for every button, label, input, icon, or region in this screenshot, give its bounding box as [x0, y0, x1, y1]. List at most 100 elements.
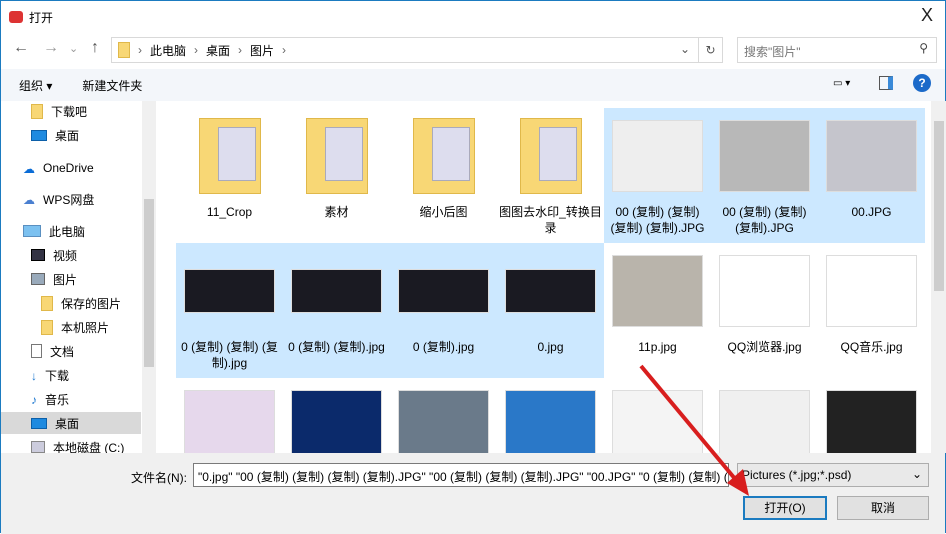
filename-input[interactable]: "0.jpg" "00 (复制) (复制) (复制) (复制).JPG" "00… [193, 463, 729, 487]
file-name: QQ浏览器.jpg [727, 340, 802, 354]
window-title: 打开 [29, 10, 54, 25]
image-thumbnail [719, 251, 810, 331]
sidebar-item[interactable]: 桌面 [1, 412, 141, 434]
sidebar-item[interactable]: 下载吧 [1, 101, 141, 122]
file-item[interactable] [604, 378, 711, 453]
sidebar-item[interactable]: ♪ 音乐 [1, 388, 141, 410]
file-item[interactable] [283, 378, 390, 453]
sidebar-item[interactable]: ↓ 下载 [1, 364, 141, 386]
sidebar-item-label: 音乐 [45, 392, 70, 407]
search-placeholder: 搜索"图片" [744, 45, 801, 59]
breadcrumb-this-pc[interactable]: 此电脑 [150, 42, 186, 59]
file-item[interactable]: 0 (复制) (复制) (复制).jpg [176, 243, 283, 378]
sidebar-item[interactable]: 此电脑 [1, 220, 141, 242]
image-thumbnail [398, 386, 489, 453]
file-item[interactable] [176, 378, 283, 453]
folder-icon [31, 103, 43, 119]
file-item[interactable]: QQ音乐.jpg [818, 243, 925, 378]
chevron-down-icon: ⌄ [911, 467, 922, 481]
close-button[interactable]: X [921, 5, 933, 26]
filename-label: 文件名(N): [131, 471, 187, 485]
open-button[interactable]: 打开(O) [743, 496, 827, 520]
organize-button[interactable]: 组织 ▾ [19, 77, 52, 94]
folder-item[interactable]: 素材 [283, 108, 390, 243]
sidebar-item[interactable]: 保存的图片 [1, 292, 141, 314]
help-icon[interactable]: ? [913, 74, 931, 92]
image-thumbnail [612, 386, 703, 453]
breadcrumb-desktop[interactable]: 桌面 [206, 42, 230, 59]
folder-item[interactable]: 缩小后图 [390, 108, 497, 243]
view-options-icon[interactable]: ▭ ▾ [833, 78, 859, 89]
file-name: 0 (复制) (复制) (复制).jpg [181, 340, 278, 370]
image-thumbnail [719, 386, 810, 453]
image-thumbnail [826, 251, 917, 331]
back-button[interactable]: ← [13, 39, 29, 57]
file-item[interactable]: 11p.jpg [604, 243, 711, 378]
sidebar-item-label: 桌面 [55, 416, 80, 431]
file-item[interactable]: 0.jpg [497, 243, 604, 378]
file-item[interactable] [497, 378, 604, 453]
bottom-panel: 文件名(N): "0.jpg" "00 (复制) (复制) (复制) (复制).… [1, 453, 945, 534]
file-item[interactable]: 0 (复制).jpg [390, 243, 497, 378]
folder-item[interactable]: 图图去水印_转换目录 [497, 108, 604, 243]
scrollbar-thumb[interactable] [934, 121, 944, 291]
navigation-bar: ← → ⌄ ↑ › 此电脑 › 桌面 › 图片 › ⌄ ↻ 搜索"图片" ⚲ [9, 37, 937, 63]
search-icon[interactable]: ⚲ [919, 41, 928, 55]
recent-locations-button[interactable]: ⌄ [69, 42, 78, 55]
sidebar-item-label: 保存的图片 [61, 296, 122, 311]
up-button[interactable]: ↑ [91, 39, 99, 57]
address-bar[interactable]: › 此电脑 › 桌面 › 图片 › ⌄ ↻ [111, 37, 723, 63]
folder-icon [398, 116, 489, 196]
file-item[interactable]: 00 (复制) (复制) (复制) (复制).JPG [604, 108, 711, 243]
file-item[interactable]: 00 (复制) (复制) (复制).JPG [711, 108, 818, 243]
file-item[interactable] [818, 378, 925, 453]
sidebar-scrollbar[interactable] [142, 101, 156, 453]
cancel-button[interactable]: 取消 [837, 496, 929, 520]
folder-icon [41, 295, 53, 311]
forward-button[interactable]: → [43, 39, 59, 57]
scrollbar-thumb[interactable] [144, 199, 154, 367]
sidebar-item[interactable]: 图片 [1, 268, 141, 290]
file-item[interactable]: 0 (复制) (复制).jpg [283, 243, 390, 378]
app-icon [9, 11, 23, 23]
file-name: 图图去水印_转换目录 [499, 205, 602, 235]
desktop-icon [31, 417, 47, 429]
sidebar-item-label: 图片 [53, 272, 78, 287]
sidebar-item[interactable]: 文档 [1, 340, 141, 362]
file-item[interactable]: 00.JPG [818, 108, 925, 243]
search-input[interactable]: 搜索"图片" ⚲ [737, 37, 937, 63]
sidebar-item[interactable]: 桌面 [1, 124, 141, 146]
folder-icon [41, 319, 53, 335]
folder-icon [505, 116, 596, 196]
file-type-select[interactable]: Pictures (*.jpg;*.psd) ⌄ [737, 463, 929, 487]
file-name: 00 (复制) (复制) (复制) (复制).JPG [610, 205, 705, 235]
drive-icon [31, 441, 45, 453]
image-thumbnail [184, 386, 275, 453]
sidebar-item[interactable]: 本机照片 [1, 316, 141, 338]
image-thumbnail [291, 386, 382, 453]
file-type-value: Pictures (*.jpg;*.psd) [742, 468, 852, 482]
sidebar-item[interactable]: 视频 [1, 244, 141, 266]
file-list-scrollbar[interactable] [931, 101, 946, 453]
breadcrumb-pictures[interactable]: 图片 [250, 42, 274, 59]
file-item[interactable]: QQ浏览器.jpg [711, 243, 818, 378]
image-thumbnail [505, 386, 596, 453]
folder-item[interactable]: 11_Crop [176, 108, 283, 243]
sidebar-item[interactable]: ☁ WPS网盘 [1, 188, 141, 210]
image-thumbnail [291, 251, 382, 331]
file-item[interactable] [711, 378, 818, 453]
sidebar-item[interactable]: 本地磁盘 (C:) [1, 436, 141, 453]
image-thumbnail [719, 116, 810, 196]
sidebar-item[interactable]: ☁ OneDrive [1, 157, 141, 179]
image-thumbnail [826, 386, 917, 453]
refresh-button[interactable]: ↻ [698, 38, 722, 62]
chevron-down-icon[interactable]: ⌄ [680, 42, 690, 56]
image-thumbnail [826, 116, 917, 196]
file-item[interactable] [390, 378, 497, 453]
navigation-pane: 下载吧 桌面 ☁ OneDrive ☁ WPS网盘 此电脑 视频 图片 保存的图片 本机照片 文档 ↓ 下… [1, 101, 156, 453]
video-icon [31, 249, 45, 261]
preview-pane-icon[interactable] [879, 76, 893, 90]
new-folder-button[interactable]: 新建文件夹 [82, 77, 142, 94]
image-thumbnail [612, 251, 703, 331]
sidebar-item-label: OneDrive [43, 161, 94, 175]
